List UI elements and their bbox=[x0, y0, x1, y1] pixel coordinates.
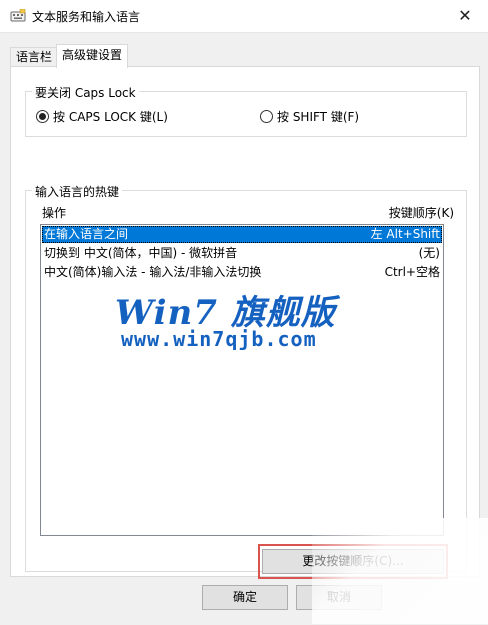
capslock-radio-shift[interactable]: 按 SHIFT 键(F) bbox=[260, 108, 359, 125]
window-title: 文本服务和输入语言 bbox=[32, 10, 141, 24]
column-header-sequence: 按键顺序(K) bbox=[388, 206, 454, 220]
cancel-button[interactable]: 取消 bbox=[296, 585, 382, 610]
hotkey-row[interactable]: 切换到 中文(简体，中国) - 微软拼音 (无) bbox=[42, 245, 442, 262]
radio-unchecked-icon bbox=[260, 110, 273, 123]
title-bar: 文本服务和输入语言 ✕ bbox=[0, 0, 488, 32]
hotkey-row[interactable]: 在输入语言之间 左 Alt+Shift bbox=[42, 226, 442, 243]
column-header-action: 操作 bbox=[42, 206, 67, 220]
tab-language-bar[interactable]: 语言栏 bbox=[10, 47, 59, 66]
ok-button[interactable]: 确定 bbox=[202, 585, 288, 610]
capslock-option-caps-label: 按 CAPS LOCK 键(L) bbox=[53, 110, 168, 124]
keyboard-icon bbox=[10, 9, 26, 22]
tab-advanced-key-settings[interactable]: 高级键设置 bbox=[56, 44, 129, 68]
capslock-radio-caps[interactable]: 按 CAPS LOCK 键(L) bbox=[36, 108, 168, 125]
capslock-legend: 要关闭 Caps Lock bbox=[32, 84, 139, 101]
hotkey-list[interactable]: 在输入语言之间 左 Alt+Shift 切换到 中文(简体，中国) - 微软拼音… bbox=[40, 224, 444, 536]
dialog-client: 语言栏 高级键设置 要关闭 Caps Lock 按 CAPS LOCK 键(L)… bbox=[0, 32, 488, 625]
close-icon: ✕ bbox=[458, 6, 472, 25]
hotkey-row[interactable]: 中文(简体)输入法 - 输入法/非输入法切换 Ctrl+空格 bbox=[42, 264, 442, 281]
capslock-option-shift-label: 按 SHIFT 键(F) bbox=[277, 110, 360, 124]
close-button[interactable]: ✕ bbox=[442, 0, 488, 32]
hotkeys-legend: 输入语言的热键 bbox=[32, 183, 123, 200]
capslock-group: 要关闭 Caps Lock 按 CAPS LOCK 键(L) 按 SHIFT 键… bbox=[25, 84, 467, 137]
tab-panel: 要关闭 Caps Lock 按 CAPS LOCK 键(L) 按 SHIFT 键… bbox=[10, 66, 480, 579]
change-key-sequence-button[interactable]: 更改按键顺序(C)... bbox=[262, 549, 444, 574]
radio-checked-icon bbox=[36, 110, 49, 123]
